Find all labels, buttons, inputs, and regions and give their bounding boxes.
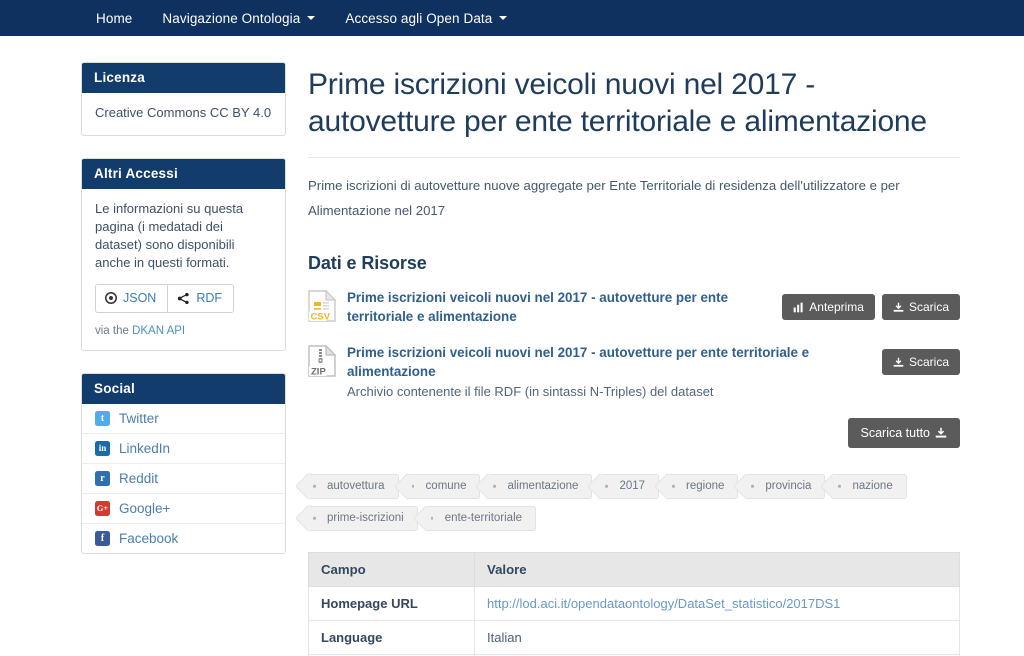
download-icon — [893, 302, 904, 312]
nav-item-accesso-open-data-label: Accesso agli Open Data — [345, 10, 493, 26]
format-button-group: JSON RDF — [95, 283, 235, 313]
nav-item-navigazione-ontologia[interactable]: Navigazione Ontologia — [147, 11, 330, 26]
record-circle-icon — [105, 292, 117, 305]
social-link-twitter[interactable]: t Twitter — [82, 404, 285, 434]
chevron-down-icon — [499, 16, 508, 20]
google-plus-icon: G+ — [95, 500, 110, 516]
download-button-zip-label: Scarica — [908, 355, 949, 370]
chevron-down-icon — [307, 16, 316, 20]
nav-item-home-label: Home — [96, 10, 133, 26]
metadata-table: Campo Valore Homepage URL http://lod.aci… — [308, 552, 960, 656]
social-link-googleplus[interactable]: G+ Google+ — [82, 494, 285, 524]
table-header-campo: Campo — [308, 552, 475, 588]
resource-csv-text: Prime iscrizioni veicoli nuovi nel 2017 … — [347, 288, 782, 326]
tag-item[interactable]: regione — [667, 473, 739, 499]
sidebar: Licenza Creative Commons CC BY 4.0 Altri… — [81, 62, 286, 576]
rdf-format-label: RDF — [196, 290, 223, 305]
dataset-description: Prime iscrizioni di autovetture nuove ag… — [308, 178, 900, 218]
social-link-list: t Twitter in LinkedIn r Reddit G+ Google… — [82, 404, 285, 553]
license-panel-text: Creative Commons CC BY 4.0 — [95, 105, 272, 120]
twitter-icon: t — [95, 410, 110, 426]
main-content: Prime iscrizioni veicoli nuovi nel 2017 … — [308, 62, 960, 656]
social-panel-heading: Social — [82, 373, 285, 404]
title-divider — [308, 157, 960, 159]
preview-button[interactable]: Anteprima — [782, 294, 875, 321]
table-cell-field: Homepage URL — [308, 586, 475, 622]
svg-text:ZIP: ZIP — [311, 367, 326, 378]
tag-list: autovettura comune alimentazione 2017 re… — [308, 473, 960, 532]
json-format-button[interactable]: JSON — [96, 284, 168, 312]
share-network-icon — [178, 292, 189, 304]
other-access-description: Le informazioni su questa pagina (i meda… — [95, 200, 244, 270]
linkedin-icon: in — [95, 440, 110, 456]
resource-item-csv: CSV Prime iscrizioni veicoli nuovi nel 2… — [308, 288, 960, 327]
license-panel: Licenza Creative Commons CC BY 4.0 — [81, 62, 286, 136]
download-icon — [893, 357, 904, 367]
download-button-zip[interactable]: Scarica — [881, 349, 960, 376]
tag-item[interactable]: comune — [406, 473, 481, 499]
page-title: Prime iscrizioni veicoli nuovi nel 2017 … — [308, 68, 927, 138]
social-link-facebook[interactable]: f Facebook — [82, 524, 285, 553]
api-attribution: via the DKAN API — [95, 324, 272, 340]
tag-item[interactable]: nazione — [833, 473, 907, 499]
nav-item-home[interactable]: Home — [88, 11, 147, 26]
social-link-linkedin[interactable]: in LinkedIn — [82, 434, 285, 464]
resources-heading: Dati e Risorse — [308, 253, 427, 274]
json-format-label: JSON — [123, 290, 157, 305]
homepage-url-link[interactable]: http://lod.aci.it/opendataontology/DataS… — [487, 596, 840, 611]
reddit-icon: r — [95, 470, 110, 486]
tag-item[interactable]: provincia — [746, 473, 826, 499]
social-link-reddit[interactable]: r Reddit — [82, 464, 285, 494]
download-all-button[interactable]: Scarica tutto — [847, 417, 960, 448]
table-cell-field: Language — [308, 620, 475, 656]
svg-text:CSV: CSV — [311, 312, 331, 323]
tag-item[interactable]: alimentazione — [488, 473, 593, 499]
table-cell-value: http://lod.aci.it/opendataontology/DataS… — [474, 586, 960, 622]
api-attribution-prefix: via the — [95, 324, 133, 337]
resource-csv-title[interactable]: Prime iscrizioni veicoli nuovi nel 2017 … — [347, 288, 766, 326]
license-panel-heading: Licenza — [82, 63, 285, 93]
download-all-button-label: Scarica tutto — [860, 425, 930, 440]
resource-item-zip: ZIP Prime iscrizioni veicoli nuovi nel 2… — [308, 343, 960, 402]
resource-zip-subtitle: Archivio contenente il file RDF (in sint… — [347, 384, 714, 400]
resource-zip-text: Prime iscrizioni veicoli nuovi nel 2017 … — [347, 343, 882, 402]
social-link-googleplus-label: Google+ — [119, 500, 171, 516]
table-row: Language Italian — [308, 620, 960, 656]
download-all-container: Scarica tutto — [308, 417, 960, 448]
resource-zip-actions: Scarica — [881, 343, 960, 376]
nav-item-accesso-open-data[interactable]: Accesso agli Open Data — [330, 11, 522, 26]
download-button-csv-label: Scarica — [908, 300, 949, 315]
social-panel: Social t Twitter in LinkedIn r Reddit G+… — [81, 372, 286, 554]
resource-zip-title[interactable]: Prime iscrizioni veicoli nuovi nel 2017 … — [347, 343, 866, 381]
zip-file-icon: ZIP — [308, 344, 338, 382]
download-icon — [935, 427, 947, 438]
table-header-row: Campo Valore — [308, 552, 960, 588]
social-link-linkedin-label: LinkedIn — [119, 440, 171, 456]
dkan-api-link[interactable]: DKAN API — [132, 325, 185, 337]
tag-item[interactable]: autovettura — [308, 473, 399, 499]
table-header-valore: Valore — [474, 552, 960, 588]
tag-item[interactable]: ente-territoriale — [425, 505, 537, 532]
tag-item[interactable]: 2017 — [600, 473, 660, 499]
resource-csv-actions: Anteprima Scarica — [782, 288, 960, 321]
other-access-panel-heading: Altri Accessi — [82, 158, 285, 189]
preview-button-label: Anteprima — [809, 300, 864, 315]
table-cell-value: Italian — [474, 620, 960, 656]
facebook-icon: f — [95, 530, 110, 546]
social-link-facebook-label: Facebook — [119, 530, 179, 546]
social-link-reddit-label: Reddit — [119, 470, 159, 486]
top-navigation-bar: Home Navigazione Ontologia Accesso agli … — [0, 0, 1024, 36]
table-row: Homepage URL http://lod.aci.it/opendatao… — [308, 586, 960, 622]
nav-item-navigazione-ontologia-label: Navigazione Ontologia — [162, 10, 301, 26]
other-access-panel-body: Le informazioni su questa pagina (i meda… — [82, 189, 285, 350]
tag-item[interactable]: prime-iscrizioni — [308, 505, 418, 532]
page-body: Licenza Creative Commons CC BY 4.0 Altri… — [0, 36, 1024, 656]
rdf-format-button[interactable]: RDF — [167, 284, 234, 312]
csv-file-icon: CSV — [308, 289, 338, 327]
social-link-twitter-label: Twitter — [119, 410, 159, 426]
download-button-csv[interactable]: Scarica — [881, 294, 960, 321]
bar-chart-icon — [793, 302, 803, 312]
other-access-panel: Altri Accessi Le informazioni su questa … — [81, 157, 286, 351]
